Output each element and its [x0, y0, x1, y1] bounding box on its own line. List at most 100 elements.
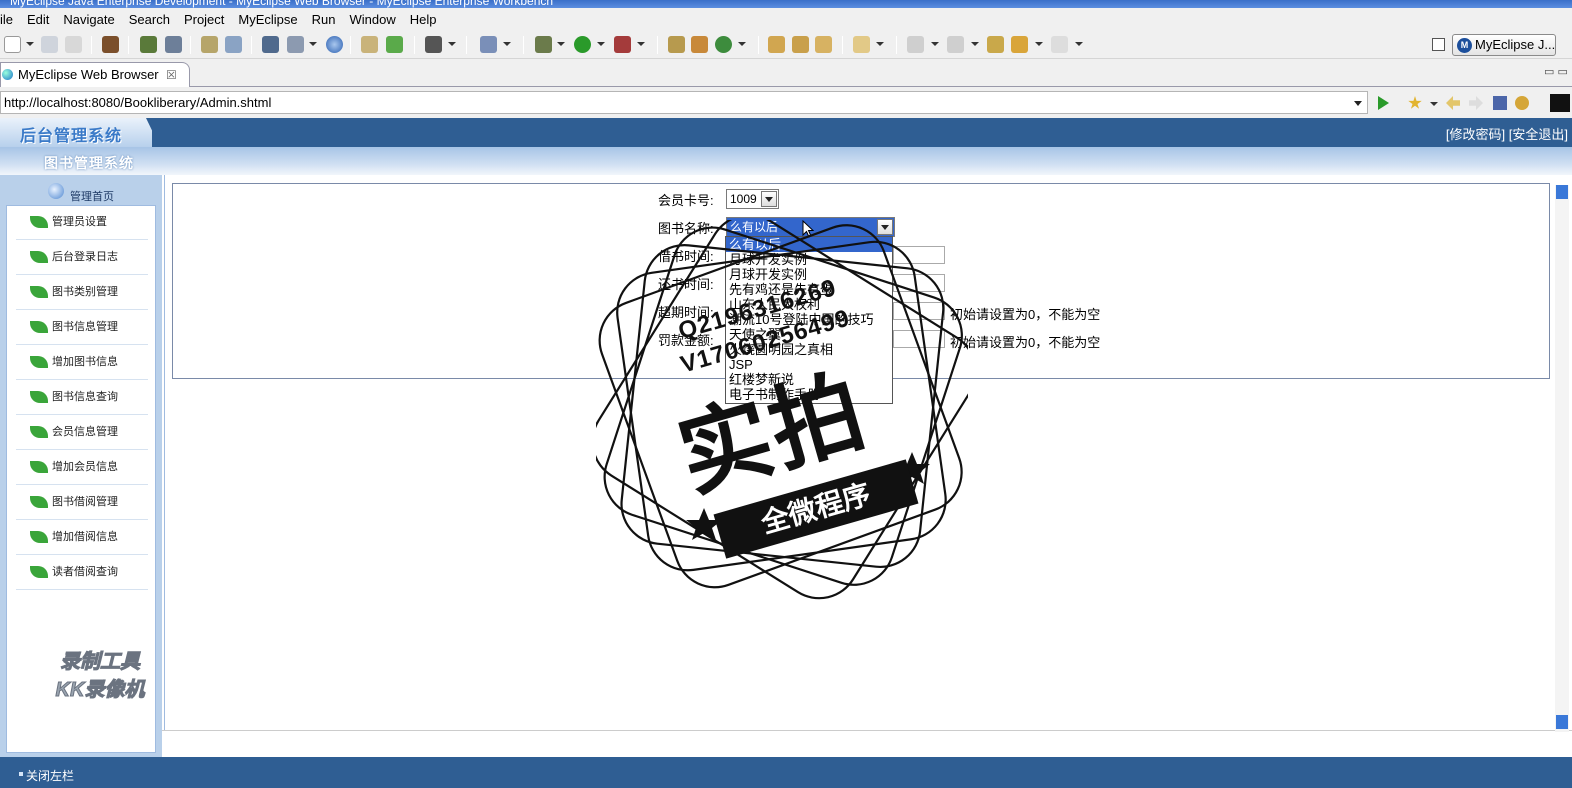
new-project-icon[interactable] — [668, 36, 685, 53]
new-icon[interactable] — [4, 36, 21, 53]
scroll-down-icon[interactable] — [1556, 715, 1568, 729]
external-tools-icon[interactable] — [614, 36, 631, 53]
back-dropdown-icon[interactable] — [1035, 42, 1043, 46]
next-annotation-dropdown-icon[interactable] — [931, 42, 939, 46]
sidebar-item-reader-borrow-query[interactable]: 读者借阅查询 — [16, 556, 148, 590]
favorites-dropdown-icon[interactable] — [1430, 102, 1438, 106]
browser-forward-icon[interactable] — [1469, 96, 1483, 110]
member-card-select[interactable]: 1009 — [726, 189, 779, 209]
package-icon[interactable] — [102, 36, 119, 53]
return-time-input[interactable] — [893, 274, 945, 292]
leaf-icon — [30, 321, 48, 333]
server-run-icon[interactable] — [262, 36, 279, 53]
sidebar-item-category-manage[interactable]: 图书类别管理 — [16, 276, 148, 310]
server-icon[interactable] — [165, 36, 182, 53]
go-icon[interactable] — [1378, 96, 1389, 110]
logout-link[interactable]: [安全退出] — [1509, 127, 1568, 142]
sidebar-item-label: 增加图书信息 — [52, 356, 118, 368]
globe-icon[interactable] — [326, 36, 343, 53]
debug-icon[interactable] — [535, 36, 552, 53]
refresh-icon[interactable] — [715, 36, 732, 53]
open-type-icon[interactable] — [768, 36, 785, 53]
scroll-up-icon[interactable] — [1556, 185, 1568, 199]
forward-icon[interactable] — [1051, 36, 1068, 53]
borrow-time-input[interactable] — [893, 246, 945, 264]
external-tools-dropdown-icon[interactable] — [637, 42, 645, 46]
debug-dropdown-icon[interactable] — [557, 42, 565, 46]
toolbar-separator — [466, 36, 467, 54]
server-config-icon[interactable] — [287, 36, 304, 53]
open-folder-icon[interactable] — [361, 36, 378, 53]
sidebar-item-label: 图书借阅管理 — [52, 496, 118, 508]
forward-dropdown-icon[interactable] — [1075, 42, 1083, 46]
sidebar-item-add-member[interactable]: 增加会员信息 — [16, 451, 148, 485]
menu-window[interactable]: Window — [343, 8, 403, 31]
pencil-icon[interactable] — [792, 36, 809, 53]
new-class-icon[interactable] — [480, 36, 497, 53]
toolbar-separator — [523, 36, 524, 54]
close-icon[interactable]: ☒ — [166, 63, 177, 87]
minimize-maximize-icon[interactable]: ▭ ▭ — [1544, 65, 1568, 78]
perspective-button[interactable]: M MyEclipse J... — [1452, 34, 1556, 56]
sidebar-item-member-manage[interactable]: 会员信息管理 — [16, 416, 148, 450]
change-password-link[interactable]: [修改密码] — [1446, 127, 1505, 142]
vertical-scrollbar[interactable] — [1555, 185, 1569, 732]
server-dropdown-icon[interactable] — [309, 42, 317, 46]
search-icon[interactable] — [853, 36, 870, 53]
print-icon[interactable] — [65, 36, 82, 53]
menu-help[interactable]: Help — [403, 8, 444, 31]
sidebar-item-add-borrow[interactable]: 增加借阅信息 — [16, 521, 148, 555]
run-icon[interactable] — [574, 36, 591, 53]
dropdown-option[interactable]: 么有以后 — [726, 237, 892, 252]
url-history-dropdown-icon[interactable] — [1354, 101, 1362, 106]
next-annotation-icon[interactable] — [907, 36, 924, 53]
menu-project[interactable]: Project — [177, 8, 231, 31]
camera-dropdown-icon[interactable] — [448, 42, 456, 46]
prev-annotation-dropdown-icon[interactable] — [971, 42, 979, 46]
open-resource-icon[interactable] — [815, 36, 832, 53]
run-dropdown-icon[interactable] — [597, 42, 605, 46]
new-dropdown-icon[interactable] — [26, 42, 34, 46]
sidebar-item-book-manage[interactable]: 图书信息管理 — [16, 311, 148, 345]
menu-run[interactable]: Run — [305, 8, 343, 31]
browser-back-icon[interactable] — [1446, 96, 1460, 110]
camera-icon[interactable] — [425, 36, 442, 53]
new-class-dropdown-icon[interactable] — [503, 42, 511, 46]
menu-search[interactable]: Search — [122, 8, 177, 31]
save-icon[interactable] — [41, 36, 58, 53]
menu-navigate[interactable]: Navigate — [56, 8, 121, 31]
search-dropdown-icon[interactable] — [876, 42, 884, 46]
sidebar-item-login-log[interactable]: 后台登录日志 — [16, 241, 148, 275]
refresh-page-icon[interactable] — [1515, 96, 1529, 110]
editor-tab-bar: MyEclipse Web Browser ☒ ▭ ▭ — [0, 60, 1572, 87]
menu-edit[interactable]: Edit — [20, 8, 56, 31]
add-icon[interactable] — [386, 36, 403, 53]
bug-icon[interactable] — [140, 36, 157, 53]
tab-web-browser[interactable]: MyEclipse Web Browser ☒ — [0, 62, 190, 87]
favorites-icon[interactable] — [1408, 96, 1422, 109]
sidebar-item-book-query[interactable]: 图书信息查询 — [16, 381, 148, 415]
toolbar-separator — [657, 36, 658, 54]
sidebar-item-add-book[interactable]: 增加图书信息 — [16, 346, 148, 380]
url-input[interactable] — [0, 91, 1368, 114]
prev-annotation-icon[interactable] — [947, 36, 964, 53]
undeploy-icon[interactable] — [225, 36, 242, 53]
refresh-dropdown-icon[interactable] — [738, 42, 746, 46]
close-sidebar-link[interactable]: 关闭左栏 — [18, 767, 74, 784]
overdue-time-input[interactable] — [893, 302, 945, 320]
fine-input[interactable] — [893, 330, 945, 348]
borrow-time-label: 借书时间: — [658, 249, 714, 264]
menu-myeclipse[interactable]: MyEclipse — [231, 8, 304, 31]
dropdown-option[interactable]: 月球开发实例 — [726, 252, 892, 267]
new-package-icon[interactable] — [691, 36, 708, 53]
open-perspective-icon[interactable] — [1432, 38, 1445, 51]
view-menu-icon[interactable] — [1550, 94, 1570, 112]
last-edit-icon[interactable] — [987, 36, 1004, 53]
sidebar-item-admin-settings[interactable]: 管理员设置 — [16, 206, 148, 240]
menu-file[interactable]: ile — [0, 8, 20, 31]
back-icon[interactable] — [1011, 36, 1028, 53]
stop-icon[interactable] — [1493, 96, 1507, 110]
deploy-icon[interactable] — [201, 36, 218, 53]
sidebar-item-label: 后台登录日志 — [52, 251, 118, 263]
sidebar-item-borrow-manage[interactable]: 图书借阅管理 — [16, 486, 148, 520]
